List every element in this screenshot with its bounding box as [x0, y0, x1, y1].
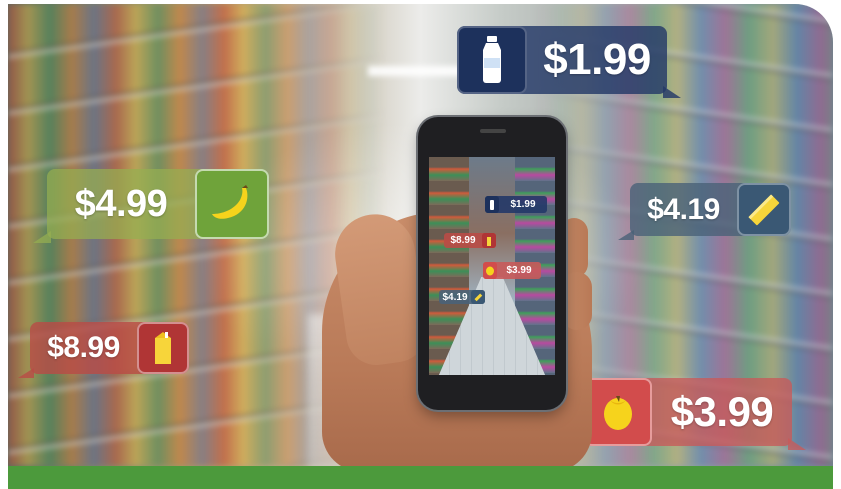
price-tag-drink-price: $8.99: [47, 331, 120, 364]
price-tag-banana: $4.99: [33, 169, 269, 243]
screen-tag-fruit: $3.99: [483, 262, 541, 279]
price-tag-fruit: $3.99: [584, 378, 806, 450]
screen-tag-drink-price: $8.99: [450, 235, 476, 246]
tag-pointer: [18, 368, 34, 378]
price-tag-butter: $4.19: [618, 183, 791, 240]
water-bottle-icon: [457, 26, 527, 94]
screen-tag-drink: $8.99: [444, 233, 496, 248]
price-tag-butter-price: $4.19: [647, 192, 720, 226]
screen-tag-butter-price: $4.19: [442, 291, 468, 303]
price-tag-bottle-price: $1.99: [543, 35, 651, 84]
smartphone: $1.99 $8.99 $3.99 $4.19: [418, 117, 566, 410]
butter-stick-icon: [737, 183, 791, 236]
price-tag-bottle: $1.99: [457, 26, 681, 98]
tag-pointer: [33, 231, 51, 243]
screen-tag-fruit-price: $3.99: [506, 265, 532, 276]
drink-carton-icon: [137, 322, 189, 374]
drink-carton-icon: [482, 233, 496, 248]
price-tag-banana-price: $4.99: [74, 182, 168, 225]
tag-pointer: [618, 230, 634, 240]
green-footer-band: [8, 466, 833, 489]
water-bottle-icon: [485, 196, 499, 213]
phone-speaker: [480, 129, 506, 133]
tag-pointer: [663, 86, 681, 98]
phone-screen: $1.99 $8.99 $3.99 $4.19: [429, 157, 555, 375]
price-tag-drink: $8.99: [18, 322, 189, 378]
screen-tag-bottle-price: $1.99: [510, 199, 536, 210]
finger: [562, 272, 592, 330]
screen-tag-bottle: $1.99: [485, 196, 547, 213]
banana-icon: [195, 169, 269, 239]
price-tag-fruit-price: $3.99: [670, 388, 774, 435]
butter-stick-icon: [471, 290, 485, 304]
screen-tag-butter: $4.19: [439, 290, 485, 304]
fruit-icon: [483, 262, 497, 279]
fruit-icon: [584, 378, 652, 446]
tag-pointer: [788, 438, 806, 450]
